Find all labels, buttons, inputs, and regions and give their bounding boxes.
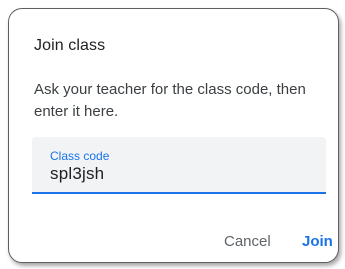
cancel-button[interactable]: Cancel	[224, 233, 271, 250]
class-code-label: Class code	[50, 149, 110, 163]
join-button[interactable]: Join	[302, 233, 333, 250]
class-code-input[interactable]: spl3jsh	[50, 164, 104, 184]
class-code-field[interactable]: Class code spl3jsh	[32, 137, 326, 194]
dialog-title: Join class	[34, 37, 106, 54]
dialog-description: Ask your teacher for the class code, the…	[34, 81, 306, 120]
join-class-dialog: Join class Ask your teacher for the clas…	[8, 8, 339, 263]
